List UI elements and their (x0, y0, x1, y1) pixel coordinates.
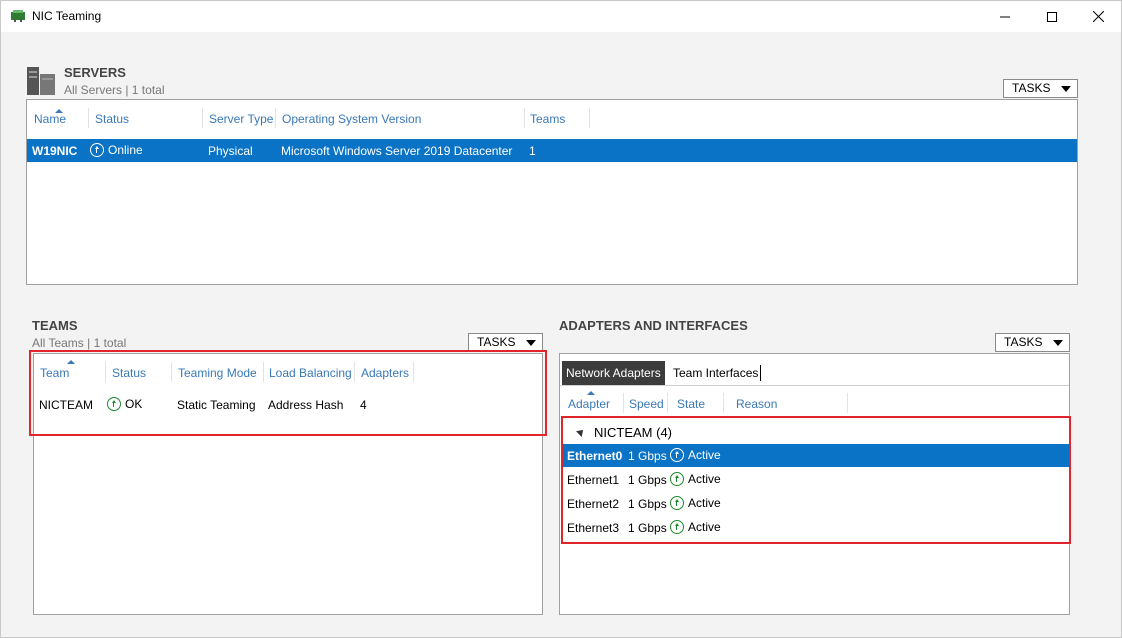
column-header-adapter[interactable]: Adapter (568, 397, 610, 411)
sort-ascending-icon (587, 391, 595, 395)
server-name: W19NIC (32, 144, 78, 158)
column-header-speed[interactable]: Speed (629, 397, 664, 411)
adapters-tasks-label: TASKS (1004, 335, 1043, 349)
servers-table: Name Status Server Type Operating System… (26, 99, 1078, 285)
column-separator (723, 393, 724, 413)
server-status: Online (90, 143, 143, 157)
tab-network-adapters[interactable]: Network Adapters (562, 361, 665, 385)
column-separator (589, 108, 590, 128)
tab-team-interfaces[interactable]: Team Interfaces (673, 361, 758, 385)
adapters-tasks-dropdown[interactable]: TASKS (995, 333, 1070, 352)
window-title: NIC Teaming (32, 9, 102, 23)
servers-icon (27, 67, 55, 95)
table-row-selected[interactable]: W19NIC Online Physical Microsoft Windows… (27, 139, 1077, 162)
minimize-button[interactable] (982, 1, 1028, 32)
adapters-section-title: ADAPTERS AND INTERFACES (559, 318, 748, 333)
close-icon (1092, 11, 1104, 22)
column-header-os-version[interactable]: Operating System Version (282, 112, 421, 126)
column-header-state[interactable]: State (677, 397, 705, 411)
minimize-icon (1000, 16, 1010, 17)
server-os-version: Microsoft Windows Server 2019 Datacenter (281, 144, 513, 158)
column-separator (88, 108, 89, 128)
column-separator (524, 108, 525, 128)
highlight-box (561, 416, 1071, 544)
column-separator (847, 393, 848, 413)
nic-teaming-app-icon (11, 10, 25, 22)
column-header-status[interactable]: Status (95, 112, 129, 126)
column-separator (202, 108, 203, 128)
chevron-down-icon (1053, 340, 1063, 346)
server-teams-count: 1 (529, 144, 536, 158)
maximize-button[interactable] (1029, 1, 1075, 32)
highlight-box (29, 350, 547, 436)
close-button[interactable] (1075, 1, 1121, 32)
column-separator (275, 108, 276, 128)
column-separator (667, 393, 668, 413)
column-header-name[interactable]: Name (34, 112, 66, 126)
chevron-down-icon (1061, 86, 1071, 92)
column-header-teams[interactable]: Teams (530, 112, 565, 126)
title-bar: NIC Teaming (1, 1, 1121, 32)
nic-teaming-window: NIC Teaming SERVERS All Servers | 1 tota… (0, 0, 1122, 638)
servers-section-title: SERVERS (64, 65, 126, 80)
up-arrow-circle-icon (90, 143, 104, 157)
chevron-down-icon (526, 340, 536, 346)
server-type: Physical (208, 144, 253, 158)
servers-count-subtitle: All Servers | 1 total (64, 83, 165, 97)
teams-section-title: TEAMS (32, 318, 78, 333)
servers-tasks-dropdown[interactable]: TASKS (1003, 79, 1078, 98)
column-separator (623, 393, 624, 413)
teams-count-subtitle: All Teams | 1 total (32, 336, 127, 350)
servers-tasks-label: TASKS (1012, 81, 1051, 95)
teams-tasks-label: TASKS (477, 335, 516, 349)
tab-divider (760, 365, 761, 381)
maximize-icon (1047, 11, 1057, 22)
column-header-reason[interactable]: Reason (736, 397, 777, 411)
tab-strip-divider (560, 385, 1069, 386)
column-header-server-type[interactable]: Server Type (209, 112, 273, 126)
